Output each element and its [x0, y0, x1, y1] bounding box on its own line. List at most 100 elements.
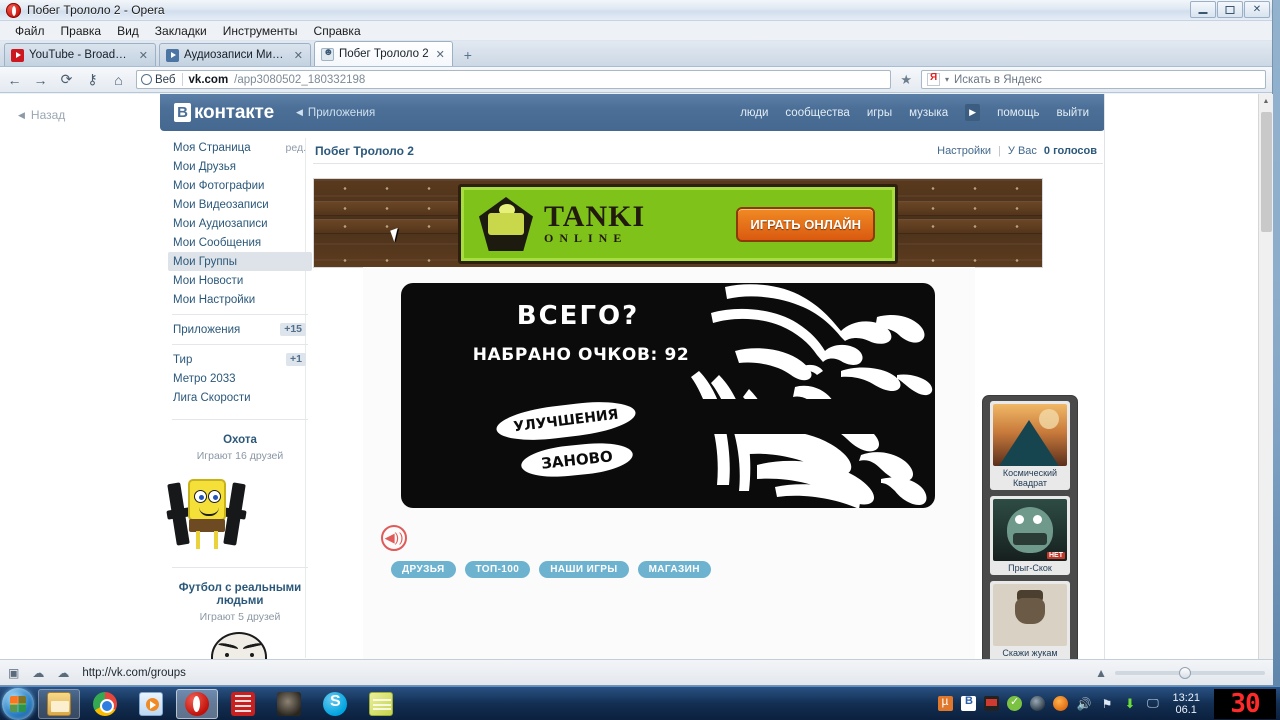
- sidebar-item-liga[interactable]: Лига Скорости: [168, 388, 312, 407]
- sidebar-item-settings[interactable]: Мои Настройки: [168, 290, 312, 309]
- speaker-muted-icon[interactable]: ◀)): [381, 525, 407, 551]
- minimize-button[interactable]: [1190, 1, 1216, 18]
- sidebar-item-photos[interactable]: Мои Фотографии: [168, 176, 312, 195]
- tab-vk-audio[interactable]: Аудиозаписи Михи Ос... ✕: [159, 43, 311, 66]
- nav-communities[interactable]: сообщества: [785, 107, 849, 119]
- game-button-our-games[interactable]: НАШИ ИГРЫ: [539, 561, 629, 578]
- taskbar-item-vlc[interactable]: [222, 689, 264, 719]
- votes-value[interactable]: 0 голосов: [1044, 145, 1097, 157]
- web-badge-label: Веб: [155, 73, 176, 86]
- menu-item-tools[interactable]: Инструменты: [216, 22, 305, 40]
- globe-icon: [141, 74, 152, 85]
- zoom-up-icon[interactable]: ▲: [1095, 666, 1107, 680]
- sidebar-item-friends[interactable]: Мои Друзья: [168, 157, 312, 176]
- game-button-friends[interactable]: ДРУЗЬЯ: [391, 561, 456, 578]
- taskbar-item-opera[interactable]: [176, 688, 218, 719]
- taskbar-clock[interactable]: 13:21 06.1: [1168, 692, 1204, 716]
- rail-thumbnail: [993, 584, 1067, 646]
- download-icon[interactable]: ⬇: [1122, 696, 1137, 711]
- sidebar-item-messages[interactable]: Мои Сообщения: [168, 233, 312, 252]
- sidebar-edit-link[interactable]: ред.: [286, 142, 307, 154]
- promo-football[interactable]: Футбол с реальными людьми Играют 5 друзе…: [168, 582, 312, 659]
- forward-icon[interactable]: →: [32, 71, 49, 88]
- taskbar-item-explorer[interactable]: [38, 688, 80, 719]
- network-icon[interactable]: ⚑: [1099, 696, 1114, 711]
- taskbar-item-wmp[interactable]: [130, 689, 172, 719]
- sidebar-item-groups[interactable]: Мои Группы: [168, 252, 312, 271]
- bookmark-star-icon[interactable]: ★: [900, 72, 912, 88]
- cloud-sync-icon[interactable]: ☁: [57, 666, 69, 680]
- back-link[interactable]: ◀ Назад: [18, 108, 65, 122]
- start-button-icon[interactable]: [2, 687, 34, 720]
- menu-item-view[interactable]: Вид: [110, 22, 146, 40]
- zoom-slider-knob[interactable]: [1179, 666, 1191, 679]
- updater-tray-icon[interactable]: [1053, 696, 1069, 711]
- scrollbar-thumb[interactable]: [1261, 112, 1272, 232]
- tab-close-icon[interactable]: ✕: [294, 49, 303, 62]
- nav-logout[interactable]: выйти: [1057, 107, 1090, 119]
- nav-people[interactable]: люди: [740, 107, 768, 119]
- game-restart-button[interactable]: ЗАНОВО: [519, 439, 635, 481]
- game-button-shop[interactable]: МАГАЗИН: [637, 561, 711, 578]
- taskbar-item-skype[interactable]: [314, 689, 356, 719]
- utorrent-tray-icon[interactable]: [938, 694, 954, 711]
- banner-cta-button[interactable]: ИГРАТЬ ОНЛАЙН: [736, 206, 875, 242]
- taskbar-item-notes[interactable]: [360, 689, 402, 719]
- nav-help[interactable]: помощь: [997, 107, 1039, 119]
- game-flash-area[interactable]: ВСЕГО? НАБРАНО ОЧКОВ: 92 УЛУЧШЕНИЯ ЗАНОВ…: [363, 267, 1077, 659]
- reload-icon[interactable]: ⟳: [58, 71, 75, 88]
- taskbar-item-dark-app[interactable]: [268, 689, 310, 719]
- back-icon[interactable]: ←: [6, 71, 23, 88]
- chevron-down-icon[interactable]: ▾: [945, 75, 949, 84]
- sidebar-item-audio[interactable]: Мои Аудиозаписи: [168, 214, 312, 233]
- sidebar-item-metro[interactable]: Метро 2033: [168, 369, 312, 388]
- panel-toggle-icon[interactable]: ▣: [8, 666, 19, 680]
- menu-item-file[interactable]: Файл: [8, 22, 52, 40]
- vk-logo[interactable]: В контакте: [174, 102, 274, 124]
- tab-close-icon[interactable]: ✕: [139, 49, 148, 62]
- taskbar-item-chrome[interactable]: [84, 689, 126, 719]
- tab-game-active[interactable]: Побег Трололо 2 ✕: [314, 41, 453, 66]
- volume-icon[interactable]: 🔊: [1076, 696, 1091, 711]
- menu-item-edit[interactable]: Правка: [54, 22, 109, 40]
- close-button[interactable]: ✕: [1244, 1, 1270, 18]
- zoom-slider[interactable]: [1115, 666, 1265, 679]
- steam-tray-icon[interactable]: [1030, 696, 1046, 711]
- url-input[interactable]: Веб vk.com /app3080502_180332198: [136, 70, 892, 89]
- search-input[interactable]: ▾ Искать в Яндекс: [921, 70, 1266, 89]
- promo-hunt[interactable]: Охота Играют 16 друзей: [167, 434, 312, 557]
- banner-ad-tanki[interactable]: TANKI ONLINE ИГРАТЬ ОНЛАЙН: [313, 178, 1043, 268]
- nav-games[interactable]: игры: [867, 107, 892, 119]
- security-key-icon[interactable]: ⚷: [84, 71, 101, 88]
- antivirus-tray-icon[interactable]: [1007, 695, 1023, 711]
- cloud-icon[interactable]: ☁: [32, 666, 44, 680]
- sidebar-item-label: Моя Страница: [173, 141, 251, 154]
- menu-item-bookmarks[interactable]: Закладки: [148, 22, 214, 40]
- page-scrollbar[interactable]: ▲: [1258, 94, 1273, 659]
- nav-more-icon[interactable]: ▶: [965, 104, 981, 121]
- promo-subtitle: Играют 5 друзей: [199, 611, 281, 623]
- rail-card-bugs[interactable]: Скажи жукам НЕТ!: [990, 581, 1070, 659]
- display-icon[interactable]: 🖵: [1145, 696, 1160, 711]
- sidebar-item-apps[interactable]: Приложения +15: [168, 320, 312, 339]
- rail-card-space[interactable]: Космический Квадрат: [990, 401, 1070, 490]
- game-button-top100[interactable]: ТОП-100: [464, 561, 531, 578]
- sidebar-item-my-page[interactable]: Моя Страница ред.: [168, 138, 312, 157]
- capture-tray-icon[interactable]: [984, 696, 1000, 711]
- rail-card-jump[interactable]: НЕТ Прыг-Скок: [990, 496, 1070, 575]
- maximize-button[interactable]: [1217, 1, 1243, 18]
- settings-link[interactable]: Настройки: [937, 145, 991, 157]
- menu-item-help[interactable]: Справка: [307, 22, 368, 40]
- sidebar-item-tir[interactable]: Тир +1: [168, 350, 312, 369]
- new-tab-button[interactable]: +: [458, 45, 478, 64]
- apps-back-link[interactable]: ◀ Приложения: [296, 107, 375, 119]
- nav-music[interactable]: музыка: [909, 107, 948, 119]
- tab-youtube[interactable]: YouTube - Broadcast Y... ✕: [4, 43, 156, 66]
- tab-close-icon[interactable]: ✕: [436, 48, 445, 61]
- youtube-icon: [11, 48, 24, 62]
- sidebar-item-news[interactable]: Мои Новости: [168, 271, 312, 290]
- scroll-up-icon[interactable]: ▲: [1259, 94, 1273, 109]
- bluetooth-tray-icon[interactable]: [961, 695, 977, 711]
- home-icon[interactable]: ⌂: [110, 71, 127, 88]
- sidebar-item-videos[interactable]: Мои Видеозаписи: [168, 195, 312, 214]
